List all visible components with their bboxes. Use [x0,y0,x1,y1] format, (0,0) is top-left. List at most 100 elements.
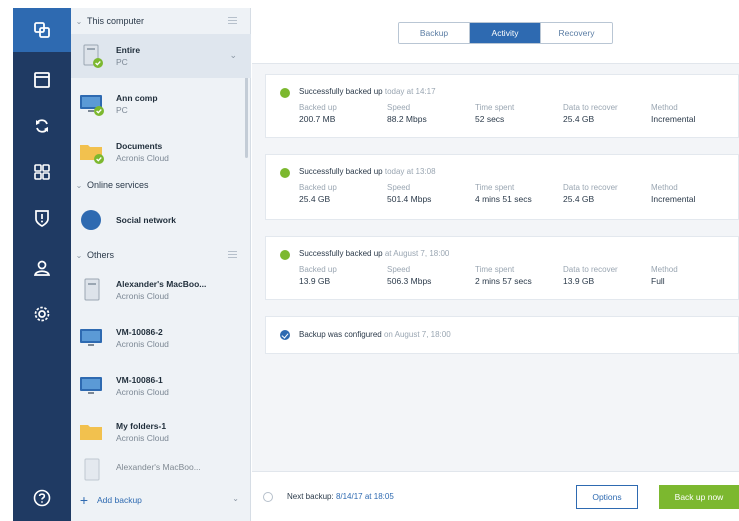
source-target: PC [116,105,128,115]
activity-metrics: Backed up 25.4 GB Speed 501.4 Mbps Time sp… [299,183,721,204]
metric-label: Data to recover [563,103,618,112]
metric-data-to-recover: Data to recover 25.4 GB [563,103,651,124]
source-item-macbook-2[interactable]: Alexander's MacBoo... [71,454,251,481]
activity-time: today at 13:08 [384,167,436,176]
source-item-ann-comp[interactable]: Ann comp PC [71,82,251,126]
archive-icon[interactable] [13,58,71,102]
activity-time: at August 7, 18:00 [384,249,450,258]
activity-card: Successfully backed up at August 7, 18:0… [265,236,739,300]
configured-time: on August 7, 18:00 [383,330,451,339]
metric-data-to-recover: Data to recover 13.9 GB [563,265,651,286]
metric-value: 13.9 GB [563,276,595,286]
source-name: Alexander's MacBoo... [116,279,207,289]
activity-card: Successfully backed up today at 14:17 Ba… [265,74,739,138]
source-target: Acronis Cloud [116,339,169,349]
tab-recovery[interactable]: Recovery [541,23,612,43]
source-name: Alexander's MacBoo... [116,462,201,472]
metric-backed-up: Backed up 200.7 MB [299,103,387,124]
add-backup-button[interactable]: + Add backup ⌄ [71,485,251,515]
help-icon[interactable] [13,476,71,520]
back-up-now-button[interactable]: Back up now [659,485,739,509]
section-menu-icon[interactable] [228,251,237,258]
settings-icon[interactable] [13,292,71,336]
source-target: PC [116,57,128,67]
info-check-icon [280,330,290,340]
activity-status: Successfully backed up [299,249,383,258]
source-target: Acronis Cloud [116,387,169,397]
social-network-icon [81,210,101,230]
metric-value: 13.9 GB [299,276,331,286]
source-item-macbook[interactable]: Alexander's MacBoo... Acronis Cloud [71,268,251,312]
metric-label: Backed up [299,183,337,192]
next-backup-value[interactable]: 8/14/17 at 18:05 [336,492,394,501]
activity-card: Successfully backed up today at 13:08 Ba… [265,154,739,220]
activity-metrics: Backed up 200.7 MB Speed 88.2 Mbps Time sp… [299,103,721,124]
configured-status: Backup was configured [299,330,382,339]
metric-label: Method [651,103,678,112]
protection-icon[interactable] [13,196,71,240]
activity-title: Successfully backed up at August 7, 18:0… [299,249,449,258]
metric-value: 25.4 GB [563,114,595,124]
metric-label: Backed up [299,103,337,112]
nav-rail [13,8,71,521]
schedule-icon[interactable] [263,492,273,502]
sources-pane: ⌄ This computer Entire PC ⌄ Ann comp PC … [71,8,251,521]
metric-value: Incremental [651,114,696,124]
metric-value: Full [651,276,665,286]
collapse-icon: ⌄ [75,16,83,26]
section-this-computer[interactable]: ⌄ This computer [71,8,251,34]
options-button[interactable]: Options [576,485,638,509]
metric-label: Speed [387,265,411,274]
activity-title: Successfully backed up today at 14:17 [299,87,436,96]
plus-icon: + [79,492,89,508]
section-label: Others [87,250,115,260]
metric-backed-up: Backed up 25.4 GB [299,183,387,204]
tools-icon[interactable] [13,150,71,194]
metric-label: Time spent [475,265,515,274]
chevron-down-icon[interactable]: ⌄ [229,50,237,61]
metric-method: Method Incremental [651,103,721,124]
source-item-social-network[interactable]: Social network [71,198,251,242]
chevron-down-icon[interactable]: ⌄ [232,494,239,503]
source-item-my-folders[interactable]: My folders-1 Acronis Cloud [71,410,251,454]
pc-tower-icon [84,278,100,301]
success-icon [280,88,290,98]
metric-time-spent: Time spent 52 secs [475,103,563,124]
metric-label: Time spent [475,103,515,112]
account-icon[interactable] [13,246,71,290]
metric-method: Method Full [651,265,721,286]
metric-value: 2 mins 57 secs [475,276,532,286]
success-icon [280,250,290,260]
metric-label: Method [651,265,678,274]
source-target: Acronis Cloud [116,433,169,443]
top-edge [0,0,739,8]
metric-backed-up: Backed up 13.9 GB [299,265,387,286]
footer-bar: Next backup: 8/14/17 at 18:05 Options Ba… [252,471,739,521]
sync-icon[interactable] [13,104,71,148]
configured-card: Backup was configured on August 7, 18:00 [265,316,739,354]
source-target: Acronis Cloud [116,153,169,163]
metric-label: Data to recover [563,183,618,192]
section-menu-icon[interactable] [228,17,237,24]
backup-icon[interactable] [13,8,71,52]
next-backup-label: Next backup: [287,492,334,501]
section-online-services[interactable]: ⌄ Online services [71,172,251,198]
tab-activity[interactable]: Activity [470,23,541,43]
configured-title: Backup was configured on August 7, 18:00 [299,330,451,339]
source-item-entire[interactable]: Entire PC ⌄ [71,34,251,78]
metric-value: 506.3 Mbps [387,276,432,286]
activity-metrics: Backed up 13.9 GB Speed 506.3 Mbps Time sp… [299,265,721,286]
activity-status: Successfully backed up [299,167,383,176]
metric-data-to-recover: Data to recover 25.4 GB [563,183,651,204]
tab-backup[interactable]: Backup [399,23,470,43]
metric-value: 200.7 MB [299,114,336,124]
source-name: Entire [116,45,141,55]
monitor-icon [80,377,102,394]
tabs-bar: Backup Activity Recovery [252,8,739,64]
source-item-vm-2[interactable]: VM-10086-2 Acronis Cloud [71,316,251,360]
source-item-vm-1[interactable]: VM-10086-1 Acronis Cloud [71,364,251,408]
source-item-documents[interactable]: Documents Acronis Cloud [71,130,251,174]
metric-time-spent: Time spent 2 mins 57 secs [475,265,563,286]
section-others[interactable]: ⌄ Others [71,242,251,268]
monitor-icon [80,329,102,346]
